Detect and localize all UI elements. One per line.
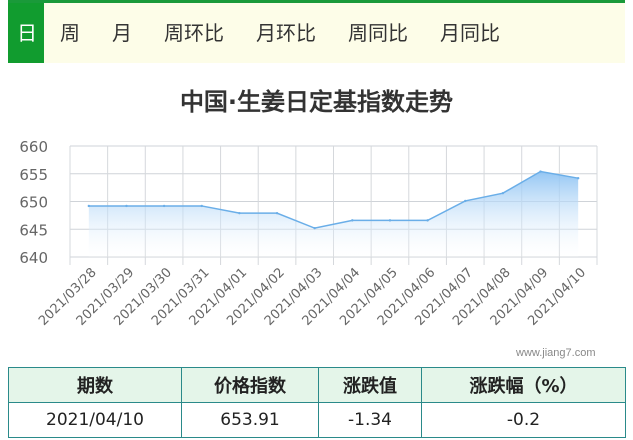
watermark: www.jiang7.com xyxy=(516,347,596,359)
y-tick-label: 640 xyxy=(19,249,48,267)
y-tick-label: 660 xyxy=(19,138,48,156)
summary-data-row: 2021/04/10 653.91 -1.34 -0.2 xyxy=(8,402,626,438)
data-point xyxy=(388,219,392,222)
header-change-percent: 涨跌幅（%） xyxy=(421,367,626,403)
data-point xyxy=(238,211,241,215)
cell-change-percent: -0.2 xyxy=(421,402,626,438)
data-point xyxy=(275,211,279,215)
header-period: 期数 xyxy=(8,367,182,403)
data-point xyxy=(464,199,467,203)
data-point xyxy=(313,226,316,230)
y-tick-label: 650 xyxy=(19,194,48,212)
data-point xyxy=(539,170,542,173)
y-tick-label: 645 xyxy=(19,221,48,239)
data-point xyxy=(87,204,91,208)
data-point xyxy=(426,219,429,222)
cell-period: 2021/04/10 xyxy=(8,402,182,438)
data-point xyxy=(200,204,203,208)
summary-header-row: 期数 价格指数 涨跌值 涨跌幅（%） xyxy=(8,367,626,403)
data-point xyxy=(501,191,505,195)
header-change-value: 涨跌值 xyxy=(318,367,422,403)
data-point xyxy=(576,176,580,180)
data-point xyxy=(162,204,166,208)
cell-change-value: -1.34 xyxy=(318,402,422,438)
summary-table: 期数 价格指数 涨跌值 涨跌幅（%） 2021/04/10 653.91 -1.… xyxy=(8,367,626,438)
y-tick-label: 655 xyxy=(19,166,48,184)
data-point xyxy=(351,219,354,222)
header-price-index: 价格指数 xyxy=(181,367,319,403)
data-point xyxy=(125,204,128,208)
cell-price-index: 653.91 xyxy=(181,402,319,438)
